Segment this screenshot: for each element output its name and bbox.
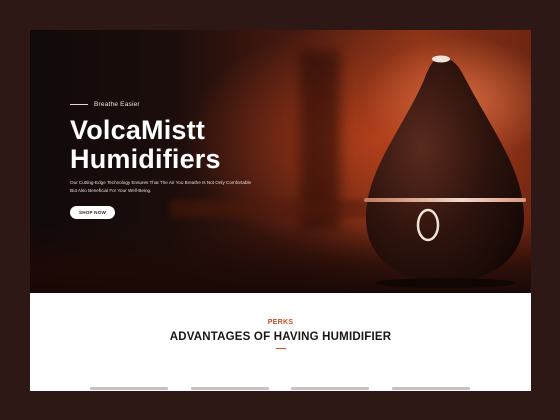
- perk-card-stub: [190, 387, 269, 390]
- hero-title-line2: Humidifiers: [70, 144, 221, 174]
- eyebrow-line: [70, 104, 88, 105]
- hero-subtitle-line2: But Also Beneficial For Your Well-Being.: [70, 187, 152, 193]
- humidifier-product-image: [364, 55, 526, 288]
- perks-title: ADVANTAGES OF HAVING HUMIDIFIER: [169, 331, 392, 343]
- perk-card-stub: [90, 387, 168, 390]
- background-shelf: [170, 200, 390, 218]
- hero-eyebrow-text: Breathe Easier: [94, 101, 140, 108]
- perk-card-stub: [291, 387, 370, 390]
- hero-title-line1: VolcaMistt: [70, 115, 206, 145]
- hero-subtitle-line1: Our Cutting-Edge Technology Ensures That…: [70, 180, 252, 185]
- hero-subtitle: Our Cutting-Edge Technology Ensures That…: [70, 179, 290, 194]
- website-preview-frame: Breathe Easier VolcaMistt Humidifiers Ou…: [30, 30, 531, 391]
- hero-eyebrow: Breathe Easier: [70, 101, 140, 108]
- perk-cards-row: [90, 387, 470, 390]
- perks-title-underline: [276, 348, 286, 349]
- shop-now-button[interactable]: SHOP NOW: [70, 206, 115, 219]
- perks-section: PERKS ADVANTAGES OF HAVING HUMIDIFIER: [30, 293, 531, 391]
- hero-section: Breathe Easier VolcaMistt Humidifiers Ou…: [30, 30, 531, 293]
- hero-title: VolcaMistt Humidifiers: [70, 116, 221, 174]
- perks-eyebrow: PERKS: [267, 319, 294, 326]
- mist-outlet: [432, 55, 450, 63]
- perk-card-stub: [391, 387, 470, 390]
- light-ring: [364, 198, 526, 202]
